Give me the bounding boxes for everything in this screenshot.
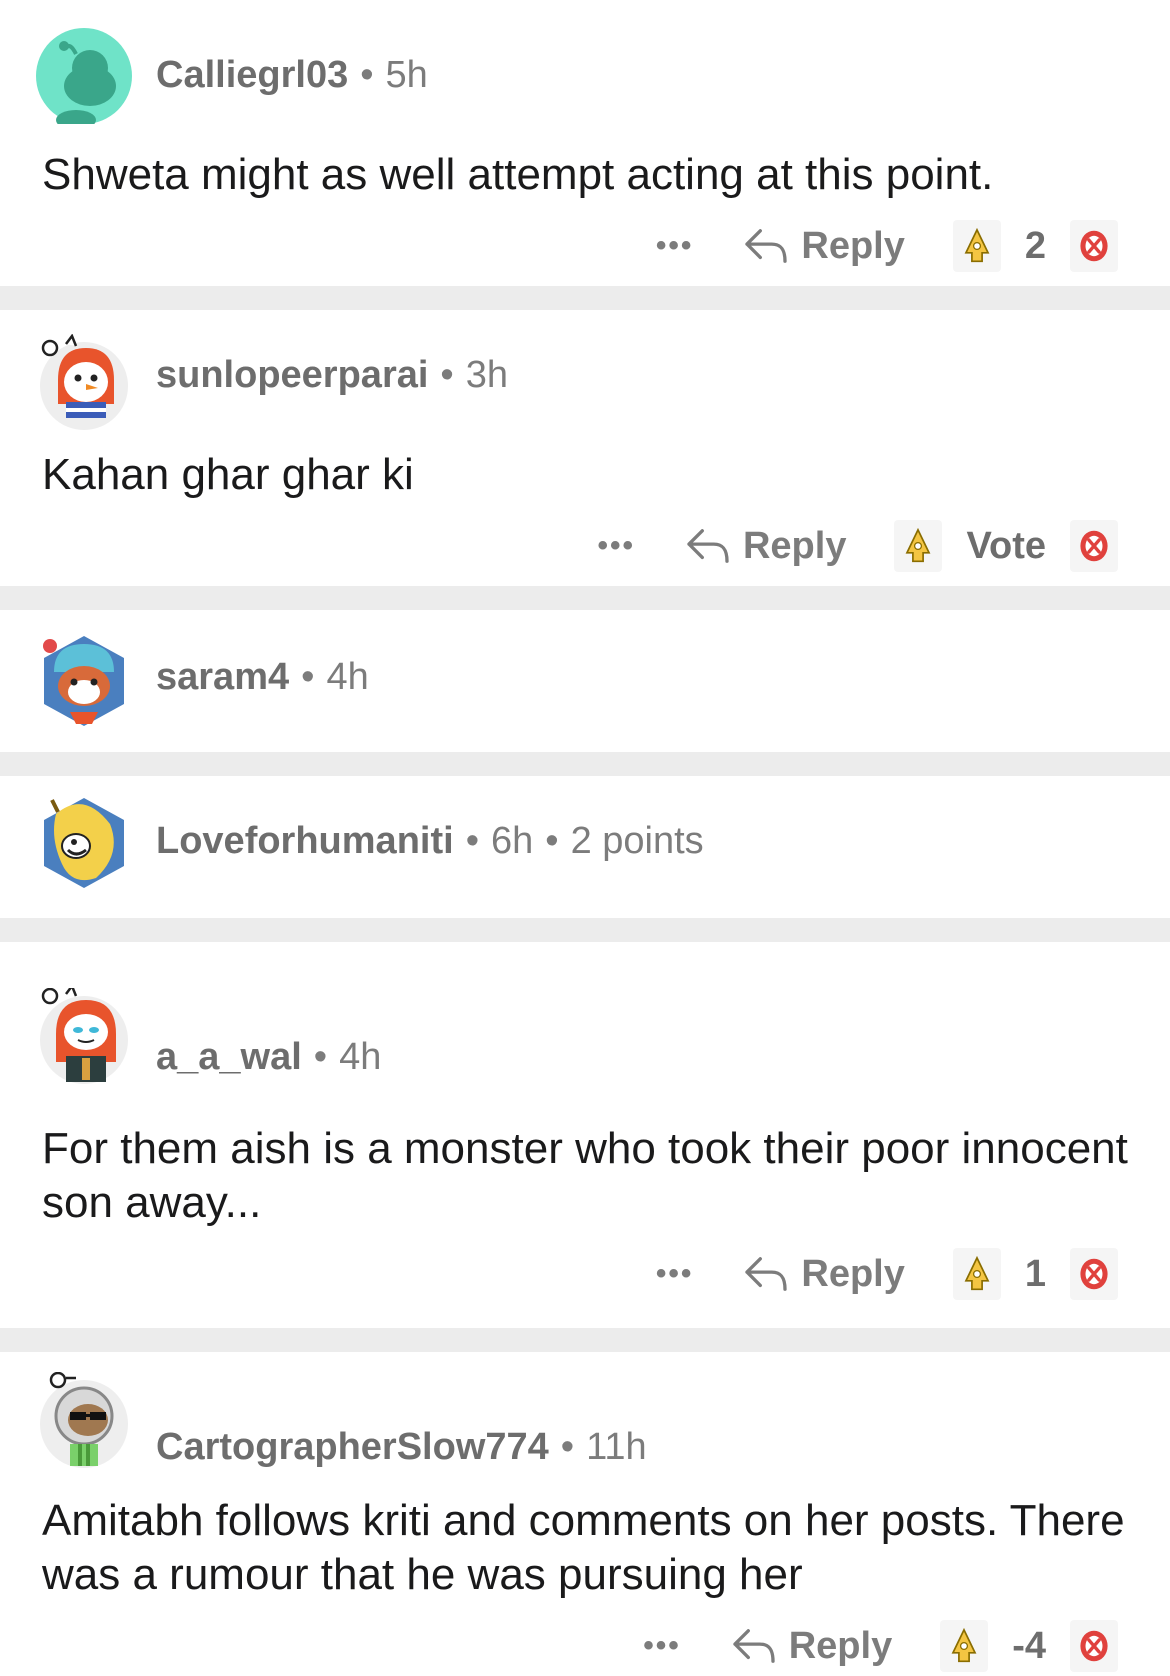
timestamp: 3h bbox=[465, 354, 509, 396]
upvote-award-icon[interactable] bbox=[940, 1620, 989, 1672]
vote-score: -4 bbox=[1012, 1624, 1046, 1667]
comment-actions: ••• Reply -4 bbox=[643, 1616, 1118, 1676]
vote-score: Vote bbox=[966, 524, 1046, 567]
red-panda-beanie-avatar-icon[interactable] bbox=[36, 632, 132, 728]
comment-actions: ••• Reply Vote bbox=[597, 516, 1118, 576]
reply-label: Reply bbox=[801, 1252, 905, 1295]
comment-text: For them aish is a monster who took thei… bbox=[42, 1124, 1128, 1227]
comment-4-collapsed[interactable]: Loveforhumaniti • 6h • 2 points bbox=[0, 776, 1170, 918]
comment-text: Shweta might as well attempt acting at t… bbox=[42, 150, 994, 199]
reply-button[interactable]: Reply bbox=[743, 1252, 905, 1296]
timestamp: 4h bbox=[339, 1036, 382, 1078]
reply-button[interactable]: Reply bbox=[731, 1625, 892, 1668]
reply-arrow-icon bbox=[743, 227, 789, 265]
snoo-astronaut-sunglasses-avatar-icon[interactable] bbox=[36, 1371, 132, 1468]
snoo-orange-hood-avatar-icon[interactable] bbox=[36, 983, 132, 1084]
reply-arrow-icon bbox=[743, 1255, 789, 1293]
comment-separator bbox=[0, 1328, 1170, 1352]
comment-2: sunlopeerparai • 3h Kahan ghar ghar ki •••… bbox=[0, 310, 1170, 586]
timestamp: 11h bbox=[586, 1426, 647, 1468]
username-link[interactable]: saram4 bbox=[156, 656, 289, 698]
snoo-hooded-snowman-avatar-icon[interactable] bbox=[36, 333, 132, 430]
comment-separator bbox=[0, 586, 1170, 610]
downvote-icon[interactable] bbox=[1070, 520, 1118, 572]
reply-button[interactable]: Reply bbox=[685, 525, 846, 568]
comment-separator bbox=[0, 286, 1170, 310]
username-link[interactable]: Calliegrl03 bbox=[156, 54, 348, 96]
vote-score: 2 bbox=[1024, 224, 1046, 267]
more-options-button[interactable]: ••• bbox=[597, 529, 635, 563]
reply-label: Reply bbox=[788, 1624, 893, 1667]
downvote-icon[interactable] bbox=[1070, 1620, 1118, 1672]
vote-score: 1 bbox=[1024, 1252, 1046, 1295]
comment-meta: saram4 • 4h bbox=[156, 656, 369, 698]
username-link[interactable]: a_a_wal bbox=[156, 1036, 302, 1078]
comment-meta: a_a_wal • 4h bbox=[156, 1036, 382, 1078]
comment-1: Calliegrl03 • 5h Shweta might as well atte… bbox=[0, 0, 1170, 286]
reply-label: Reply bbox=[801, 224, 905, 267]
more-options-button[interactable]: ••• bbox=[656, 1257, 694, 1291]
comment-meta: Calliegrl03 • 5h bbox=[156, 54, 428, 96]
downvote-icon[interactable] bbox=[1070, 220, 1118, 272]
comment-3-collapsed[interactable]: saram4 • 4h bbox=[0, 610, 1170, 752]
comment-text: Kahan ghar ghar ki bbox=[42, 450, 414, 499]
username-link[interactable]: sunlopeerparai bbox=[156, 354, 428, 396]
reply-label: Reply bbox=[742, 524, 847, 567]
comment-meta: Loveforhumaniti • 6h • 2 points bbox=[156, 820, 704, 862]
comment-text: Amitabh follows kriti and comments on he… bbox=[42, 1496, 1125, 1599]
upvote-award-icon[interactable] bbox=[952, 1248, 1001, 1300]
timestamp: 4h bbox=[326, 656, 369, 698]
reply-button[interactable]: Reply bbox=[743, 224, 905, 268]
banana-avatar-icon[interactable] bbox=[36, 794, 132, 890]
comment-meta: CartographerSlow774 • 11h bbox=[156, 1426, 647, 1468]
username-link[interactable]: Loveforhumaniti bbox=[156, 820, 454, 862]
downvote-icon[interactable] bbox=[1070, 1248, 1118, 1300]
more-options-button[interactable]: ••• bbox=[656, 229, 694, 263]
comment-6: CartographerSlow774 • 11h Amitabh follows … bbox=[0, 1352, 1170, 1672]
reply-arrow-icon bbox=[685, 527, 731, 565]
comment-actions: ••• Reply 2 bbox=[656, 216, 1118, 276]
reply-arrow-icon bbox=[731, 1627, 777, 1665]
snoo-default-avatar-icon[interactable] bbox=[36, 28, 132, 130]
upvote-award-icon[interactable] bbox=[952, 220, 1001, 272]
comment-actions: ••• Reply 1 bbox=[656, 1244, 1118, 1304]
comment-separator bbox=[0, 752, 1170, 776]
timestamp: 6h bbox=[491, 820, 534, 862]
comment-5: a_a_wal • 4h For them aish is a monster wh… bbox=[0, 942, 1170, 1328]
comment-separator bbox=[0, 918, 1170, 942]
points-label: 2 points bbox=[570, 820, 704, 862]
comment-meta: sunlopeerparai • 3h bbox=[156, 354, 509, 396]
upvote-award-icon[interactable] bbox=[894, 520, 943, 572]
timestamp: 5h bbox=[385, 54, 428, 96]
username-link[interactable]: CartographerSlow774 bbox=[156, 1426, 549, 1468]
